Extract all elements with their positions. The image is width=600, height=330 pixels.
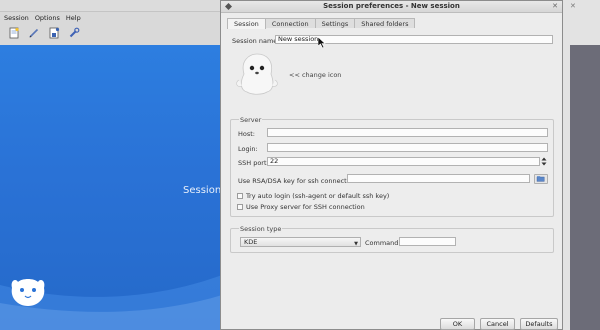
- background-window: Session Options Help Session: [0, 0, 222, 330]
- server-group-title: Server: [239, 116, 263, 124]
- tab-connection[interactable]: Connection: [264, 18, 316, 28]
- session-type-title: Session type: [239, 225, 283, 233]
- session-icon[interactable]: [234, 52, 280, 96]
- rsa-key-input[interactable]: [347, 174, 530, 183]
- save-session-icon[interactable]: [48, 27, 60, 39]
- dialog-close-icon[interactable]: ✕: [552, 2, 558, 10]
- port-spinner-icon[interactable]: [541, 157, 547, 166]
- new-session-icon[interactable]: [8, 27, 20, 39]
- desktop-background: [570, 45, 600, 330]
- tab-session[interactable]: Session: [227, 18, 266, 29]
- close-icon[interactable]: ✕: [570, 2, 576, 10]
- host-label: Host:: [238, 130, 255, 138]
- command-input[interactable]: [399, 237, 456, 246]
- command-label: Command:: [365, 239, 401, 247]
- ok-button[interactable]: OK: [440, 318, 475, 330]
- browse-key-button[interactable]: [534, 174, 548, 184]
- edit-session-icon[interactable]: [28, 27, 40, 39]
- mouse-pointer-icon: [318, 37, 326, 48]
- menu-bar: Session Options Help: [4, 14, 81, 22]
- session-type-value: KDE: [244, 238, 258, 246]
- dialog-titlebar: Session preferences - New session ✕: [221, 1, 562, 13]
- tab-bar: Session Connection Settings Shared folde…: [227, 18, 416, 29]
- ssh-port-label: SSH port:: [238, 159, 269, 167]
- login-input[interactable]: [267, 143, 548, 152]
- host-input[interactable]: [267, 128, 548, 137]
- session-label: Session: [183, 185, 222, 196]
- settings-icon[interactable]: [68, 27, 80, 39]
- menu-options[interactable]: Options: [35, 14, 60, 22]
- tab-settings[interactable]: Settings: [314, 18, 356, 28]
- folder-icon: [536, 176, 545, 182]
- background-titlebar: [0, 0, 221, 12]
- auto-login-checkbox[interactable]: [237, 193, 243, 199]
- defaults-button[interactable]: Defaults: [520, 318, 558, 330]
- cancel-button[interactable]: Cancel: [480, 318, 515, 330]
- ssh-port-input[interactable]: 22: [267, 157, 540, 166]
- toolbar: [8, 27, 80, 39]
- login-label: Login:: [238, 145, 258, 153]
- session-name-input[interactable]: New session: [275, 35, 553, 44]
- rsa-key-label: Use RSA/DSA key for ssh connection:: [238, 177, 359, 185]
- session-type-select[interactable]: KDE ▼: [240, 237, 361, 247]
- mascot-logo-icon: [11, 279, 45, 306]
- session-name-label: Session name:: [232, 37, 280, 45]
- auto-login-label: Try auto login (ssh-agent or default ssh…: [246, 192, 390, 200]
- menu-session[interactable]: Session: [4, 14, 29, 22]
- dialog-title: Session preferences - New session: [323, 2, 460, 10]
- proxy-checkbox[interactable]: [237, 204, 243, 210]
- chevron-down-icon: ▼: [354, 241, 358, 247]
- tab-shared-folders[interactable]: Shared folders: [354, 18, 416, 28]
- change-icon-link[interactable]: << change icon: [289, 71, 341, 79]
- menu-help[interactable]: Help: [66, 14, 81, 22]
- proxy-label: Use Proxy server for SSH connection: [246, 203, 365, 211]
